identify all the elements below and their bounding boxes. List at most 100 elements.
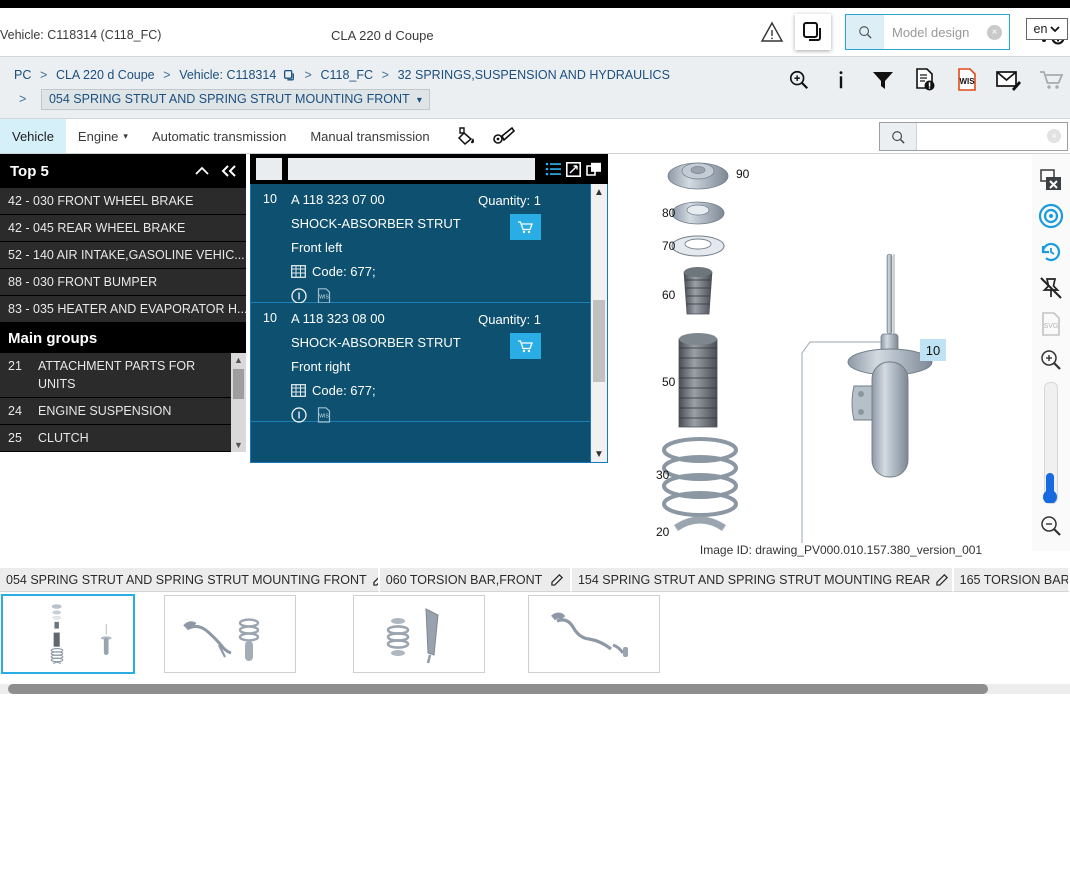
zoom-search-icon[interactable]	[786, 66, 812, 94]
tab-engine[interactable]: Engine ▾	[66, 119, 140, 153]
wis-text: WIS	[959, 77, 975, 86]
part-code-row: Code: 677;	[291, 264, 597, 279]
thumbnail-image-165[interactable]	[528, 595, 660, 673]
edit-icon[interactable]	[373, 573, 378, 586]
thumbnail-image-060[interactable]	[164, 595, 296, 673]
part-row[interactable]: 10 A 118 323 08 00 SHOCK-ABSORBER STRUT …	[251, 303, 607, 423]
paint-bucket-icon[interactable]	[456, 125, 480, 147]
thumbnail-scroll-thumb[interactable]	[8, 684, 988, 694]
sidebar-item-top5-4[interactable]: 83 - 035 HEATER AND EVAPORATOR H...	[0, 296, 246, 323]
add-to-cart-button[interactable]	[510, 214, 541, 240]
thumbnail-label-054[interactable]: 054 SPRING STRUT AND SPRING STRUT MOUNTI…	[0, 568, 380, 592]
close-window-icon[interactable]	[1034, 162, 1068, 198]
copy-icon[interactable]	[586, 162, 602, 177]
sidebar-scroll-thumb[interactable]	[233, 369, 244, 399]
sidebar-item-top5-0[interactable]: 42 - 030 FRONT WHEEL BRAKE	[0, 188, 246, 215]
scroll-down-icon[interactable]: ▼	[591, 446, 607, 462]
model-design-input-wrap[interactable]: Model design ×	[884, 15, 1009, 49]
thumbnail-card-165[interactable]	[514, 592, 674, 676]
info-circle-icon[interactable]	[291, 407, 307, 423]
sidebar-controls	[194, 164, 238, 178]
breadcrumb-copy-icon[interactable]	[283, 69, 296, 82]
breadcrumb-selected-group[interactable]: 054 SPRING STRUT AND SPRING STRUT MOUNTI…	[40, 89, 430, 110]
breadcrumb-item-vehicle[interactable]: Vehicle: C118314	[179, 68, 276, 82]
tools-icon[interactable]	[492, 125, 516, 147]
breadcrumb-item-model[interactable]: CLA 220 d Coupe	[56, 68, 155, 82]
callout-60: 60	[662, 288, 676, 302]
warning-triangle-icon[interactable]	[755, 15, 789, 49]
scroll-up-icon[interactable]: ▲	[231, 353, 246, 367]
info-icon[interactable]	[828, 66, 854, 94]
parts-scroll-thumb[interactable]	[593, 300, 605, 382]
thumbnail-image-154[interactable]	[353, 595, 485, 673]
history-icon[interactable]	[1034, 234, 1068, 270]
sidebar-item-top5-1[interactable]: 42 - 045 REAR WHEEL BRAKE	[0, 215, 246, 242]
chevron-up-icon[interactable]	[194, 165, 210, 177]
sidebar-group-25[interactable]: 25 CLUTCH	[0, 425, 246, 452]
mail-edit-icon[interactable]	[996, 66, 1022, 94]
technical-drawing[interactable]: 90 80 70 60 50 30 20 10 Image ID: drawin…	[650, 154, 1032, 557]
parts-filter-toggle[interactable]	[256, 158, 282, 180]
table-grid-icon[interactable]	[291, 384, 306, 397]
tab-manual-transmission[interactable]: Manual transmission	[298, 119, 441, 153]
part-row[interactable]: 10 A 118 323 07 00 SHOCK-ABSORBER STRUT …	[251, 184, 607, 304]
thumbnail-image-054[interactable]	[1, 594, 135, 674]
edit-icon[interactable]	[936, 573, 949, 586]
tab-search[interactable]: ×	[879, 122, 1068, 151]
sidebar-scrollbar[interactable]: ▲ ▼	[231, 353, 246, 452]
wis-document-icon[interactable]: WIS	[317, 288, 331, 304]
parts-filter-input[interactable]	[288, 158, 535, 180]
table-grid-icon[interactable]	[291, 265, 306, 278]
thumbnail-horizontal-scrollbar[interactable]	[0, 684, 1070, 694]
cart-icon[interactable]	[1038, 66, 1064, 94]
scroll-down-icon[interactable]: ▼	[231, 438, 246, 452]
clear-icon[interactable]: ×	[987, 25, 1002, 40]
sidebar-group-24[interactable]: 24 ENGINE SUSPENSION	[0, 398, 246, 425]
part-row-top: 10 A 118 323 08 00	[263, 311, 597, 326]
thumbnail-label-165[interactable]: 165 TORSION BAR	[953, 568, 1070, 592]
thumbnail-label-154[interactable]: 154 SPRING STRUT AND SPRING STRUT MOUNTI…	[571, 568, 954, 592]
language-selector[interactable]: en	[1026, 18, 1068, 40]
model-design-search[interactable]: Model design ×	[845, 14, 1010, 50]
callout-80: 80	[662, 206, 676, 220]
copy-icon[interactable]	[795, 14, 831, 50]
target-icon[interactable]	[1034, 198, 1068, 234]
tab-automatic-transmission[interactable]: Automatic transmission	[140, 119, 298, 153]
wis-document-icon[interactable]: WIS	[317, 407, 331, 423]
header-model-label: CLA 220 d Coupe	[331, 28, 434, 43]
breadcrumb-item-pc[interactable]: PC	[14, 68, 31, 82]
unpin-icon[interactable]	[1034, 270, 1068, 306]
sidebar-item-top5-2[interactable]: 52 - 140 AIR INTAKE,GASOLINE VEHIC...	[0, 242, 246, 269]
parts-scrollbar[interactable]: ▲ ▼	[590, 184, 607, 462]
tab-search-input[interactable]: ×	[917, 123, 1067, 150]
zoom-out-icon[interactable]	[1034, 508, 1068, 544]
document-alert-icon[interactable]	[912, 66, 938, 94]
info-circle-icon[interactable]	[291, 288, 307, 304]
zoom-in-icon[interactable]	[1034, 342, 1068, 378]
list-view-icon[interactable]	[545, 162, 561, 176]
thumbnail-label-060[interactable]: 060 TORSION BAR,FRONT	[379, 568, 572, 592]
zoom-slider-knob[interactable]	[1041, 471, 1059, 503]
breadcrumb-item-series[interactable]: C118_FC	[320, 68, 373, 82]
double-chevron-left-icon[interactable]	[220, 164, 238, 178]
svg-export-icon[interactable]: SVG	[1034, 306, 1068, 342]
filter-icon[interactable]	[870, 66, 896, 94]
breadcrumb-item-group[interactable]: 32 SPRINGS,SUSPENSION AND HYDRAULICS	[398, 68, 670, 82]
edit-icon[interactable]	[551, 573, 564, 586]
expand-icon[interactable]	[566, 161, 581, 177]
wis-document-icon[interactable]: WIS	[954, 66, 980, 94]
zoom-slider[interactable]	[1041, 382, 1059, 504]
thumbnail-card-060[interactable]	[136, 592, 324, 676]
tab-vehicle[interactable]: Vehicle	[0, 119, 66, 153]
add-to-cart-button[interactable]	[510, 333, 541, 359]
sidebar-group-21[interactable]: 21 ATTACHMENT PARTS FOR UNITS	[0, 353, 246, 398]
part-quantity-label: Quantity:	[478, 193, 531, 208]
breadcrumb-separator: >	[381, 68, 389, 82]
sidebar-main-groups-header: Main groups	[0, 323, 246, 353]
sidebar-item-top5-3[interactable]: 88 - 030 FRONT BUMPER	[0, 269, 246, 296]
thumbnail-card-054[interactable]	[0, 592, 136, 676]
thumbnail-card-154[interactable]	[324, 592, 514, 676]
breadcrumb-separator: >	[304, 68, 312, 82]
clear-icon[interactable]: ×	[1047, 129, 1061, 143]
scroll-up-icon[interactable]: ▲	[591, 184, 607, 200]
